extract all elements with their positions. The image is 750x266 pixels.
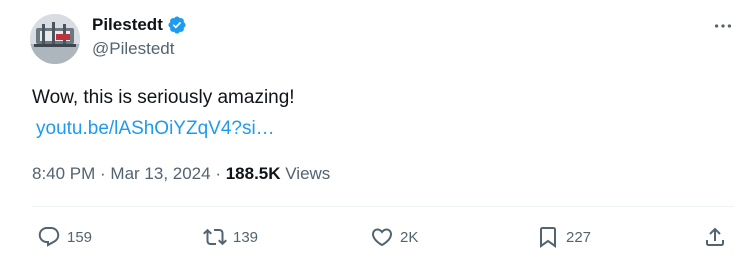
action-bar: 159 139 2K 227 [0,222,750,252]
bookmark-count: 227 [566,228,592,246]
like-count: 2K [400,228,419,246]
more-options-button[interactable] [708,14,738,38]
meta-separator: · [210,164,226,183]
avatar-image [30,14,80,64]
repost-button[interactable]: 139 [203,222,258,252]
like-button[interactable]: 2K [370,222,418,252]
tweet-link[interactable]: youtu.be/lAShOiYZqV4?si… [36,117,275,141]
reply-icon [38,227,60,247]
tweet-card: Pilestedt @Pilestedt Wow, this is seriou… [0,0,750,266]
verified-badge-icon [167,15,187,35]
divider [32,206,734,207]
share-button[interactable] [703,222,727,252]
tweet-time[interactable]: 8:40 PM [32,164,95,183]
author-handle[interactable]: @Pilestedt [92,38,174,60]
more-horizontal-icon [714,24,732,28]
repost-count: 139 [233,228,259,246]
tweet-meta: 8:40 PM · Mar 13, 2024 · 188.5K Views [32,163,330,185]
reply-count: 159 [67,228,93,246]
avatar[interactable] [30,14,80,64]
reply-button[interactable]: 159 [37,222,92,252]
bookmark-button[interactable]: 227 [536,222,591,252]
share-icon [706,227,724,246]
bookmark-icon [540,227,556,248]
author-name-row[interactable]: Pilestedt [92,14,187,36]
author-display-name[interactable]: Pilestedt [92,14,163,36]
views-label: Views [280,164,331,183]
meta-separator: · [95,164,111,183]
views-count: 188.5K [225,164,281,183]
tweet-date[interactable]: Mar 13, 2024 [110,164,210,183]
repost-icon [203,228,227,246]
tweet-text: Wow, this is seriously amazing! [32,87,295,108]
heart-icon [371,228,393,247]
